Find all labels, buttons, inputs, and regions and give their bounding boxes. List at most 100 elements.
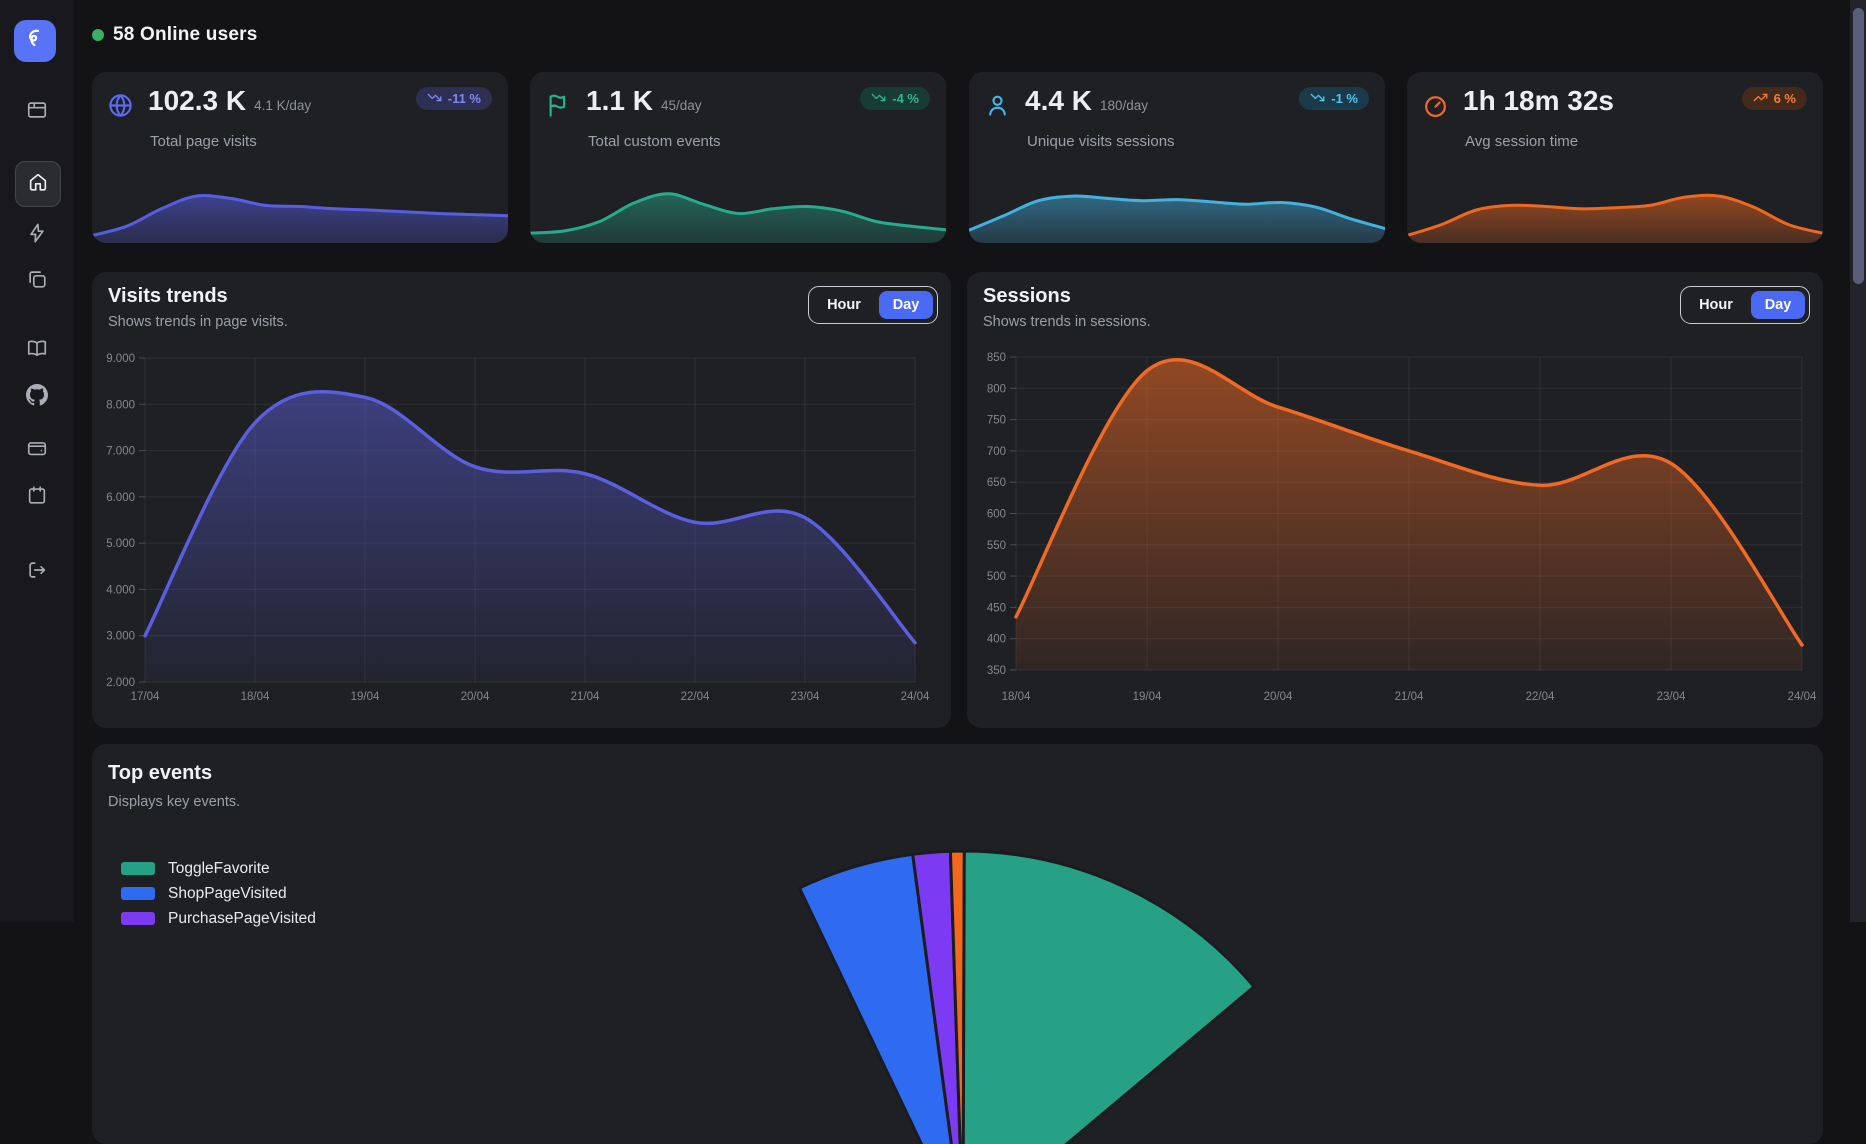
top-events-pie-chart — [92, 800, 1823, 1144]
stat-value: 1h 18m 32s — [1463, 85, 1614, 117]
stat-rate: 45/day — [661, 98, 702, 113]
sessions-chart: 350 400 450 500 550 600 650 700 750 800 850 18/04 19… — [967, 272, 1823, 728]
svg-text:8.000: 8.000 — [106, 399, 135, 411]
stat-card-session-time: 1h 18m 32s Avg session time 6 % — [1407, 72, 1823, 243]
svg-text:7.000: 7.000 — [106, 446, 135, 458]
zap-icon — [26, 222, 48, 249]
stat-rate: 180/day — [1100, 98, 1148, 113]
sidebar-item-github[interactable] — [26, 386, 48, 408]
svg-text:550: 550 — [987, 540, 1006, 552]
svg-text:6.000: 6.000 — [106, 492, 135, 504]
stat-value: 102.3 K — [148, 85, 246, 117]
visits-trends-chart: 2.000 3.000 4.000 5.000 6.000 7.000 8.000 9.000… — [92, 272, 951, 728]
copy-icon — [26, 268, 48, 295]
wallet-icon — [26, 437, 48, 464]
sidebar-item-home[interactable] — [15, 161, 61, 207]
session-time-sparkline — [1407, 177, 1823, 243]
svg-text:400: 400 — [987, 634, 1006, 646]
trending-down-icon — [871, 90, 886, 108]
stat-label: Total page visits — [150, 133, 257, 150]
svg-text:23/04: 23/04 — [1657, 691, 1686, 703]
badge-text: -1 % — [1331, 91, 1358, 106]
stat-card-custom-events: 1.1 K 45/day Total custom events -4 % — [530, 72, 946, 243]
trend-badge: -11 % — [416, 87, 492, 110]
svg-text:4.000: 4.000 — [106, 584, 135, 596]
svg-text:21/04: 21/04 — [1395, 691, 1424, 703]
badge-text: -11 % — [448, 91, 481, 106]
svg-text:21/04: 21/04 — [571, 691, 600, 703]
top-events-title: Top events — [108, 762, 212, 785]
stat-label: Unique visits sessions — [1027, 133, 1175, 150]
online-users-count: 58 Online users — [113, 24, 258, 46]
svg-text:17/04: 17/04 — [131, 691, 160, 703]
svg-text:22/04: 22/04 — [681, 691, 710, 703]
wave-logo-icon — [22, 26, 48, 57]
stat-rate: 4.1 K/day — [254, 98, 311, 113]
sessions-card: Sessions Shows trends in sessions. Hour … — [967, 272, 1823, 728]
trend-badge: -4 % — [860, 87, 930, 110]
svg-text:650: 650 — [987, 477, 1006, 489]
unique-sessions-sparkline — [969, 177, 1385, 243]
stat-label: Total custom events — [588, 133, 721, 150]
trending-up-icon — [1753, 90, 1768, 108]
scrollbar-thumb[interactable] — [1853, 8, 1864, 284]
stat-value: 1.1 K — [586, 85, 653, 117]
custom-events-sparkline — [530, 177, 946, 243]
trend-badge: 6 % — [1742, 87, 1807, 110]
svg-text:18/04: 18/04 — [241, 691, 270, 703]
github-icon — [26, 384, 48, 411]
sidebar-item-logout[interactable] — [26, 561, 48, 583]
flag-icon — [545, 92, 572, 119]
stat-value: 4.4 K — [1025, 85, 1092, 117]
calendar-icon — [26, 484, 48, 511]
sidebar — [0, 0, 74, 922]
svg-text:19/04: 19/04 — [351, 691, 380, 703]
sidebar-item-billing[interactable] — [26, 439, 48, 461]
logout-icon — [26, 559, 48, 586]
svg-text:2.000: 2.000 — [106, 677, 135, 689]
stat-card-page-visits: 102.3 K 4.1 K/day Total page visits -11 … — [92, 72, 508, 243]
sidebar-item-browser[interactable] — [26, 101, 48, 123]
svg-text:600: 600 — [987, 509, 1006, 521]
page-visits-sparkline — [92, 177, 508, 243]
badge-text: 6 % — [1774, 91, 1796, 106]
user-icon — [984, 92, 1011, 119]
badge-text: -4 % — [892, 91, 919, 106]
browser-window-icon — [26, 99, 48, 126]
book-icon — [26, 337, 48, 364]
svg-text:20/04: 20/04 — [461, 691, 490, 703]
trending-down-icon — [1310, 90, 1325, 108]
svg-text:3.000: 3.000 — [106, 631, 135, 643]
home-icon — [27, 171, 49, 198]
svg-text:20/04: 20/04 — [1264, 691, 1293, 703]
sidebar-item-docs[interactable] — [26, 339, 48, 361]
trending-down-icon — [427, 90, 442, 108]
app-logo[interactable] — [14, 20, 56, 62]
stat-label: Avg session time — [1465, 133, 1578, 150]
timer-icon — [1422, 92, 1449, 119]
svg-text:18/04: 18/04 — [1002, 691, 1031, 703]
svg-text:22/04: 22/04 — [1526, 691, 1555, 703]
svg-text:850: 850 — [987, 352, 1006, 364]
svg-text:24/04: 24/04 — [901, 691, 930, 703]
svg-text:450: 450 — [987, 602, 1006, 614]
svg-text:9.000: 9.000 — [106, 353, 135, 365]
svg-text:350: 350 — [987, 665, 1006, 677]
online-status-dot — [92, 29, 104, 41]
top-events-card: Top events Displays key events. ToggleFa… — [92, 744, 1823, 1144]
svg-text:23/04: 23/04 — [791, 691, 820, 703]
svg-text:700: 700 — [987, 446, 1006, 458]
visits-trends-card: Visits trends Shows trends in page visit… — [92, 272, 951, 728]
svg-text:800: 800 — [987, 383, 1006, 395]
sidebar-item-events[interactable] — [26, 224, 48, 246]
stat-card-unique-sessions: 4.4 K 180/day Unique visits sessions -1 … — [969, 72, 1385, 243]
svg-text:24/04: 24/04 — [1788, 691, 1817, 703]
svg-text:500: 500 — [987, 571, 1006, 583]
trend-badge: -1 % — [1299, 87, 1369, 110]
svg-text:5.000: 5.000 — [106, 538, 135, 550]
globe-icon — [107, 92, 134, 119]
sidebar-item-pages[interactable] — [26, 270, 48, 292]
sidebar-item-calendar[interactable] — [26, 486, 48, 508]
svg-text:750: 750 — [987, 415, 1006, 427]
svg-text:19/04: 19/04 — [1133, 691, 1162, 703]
